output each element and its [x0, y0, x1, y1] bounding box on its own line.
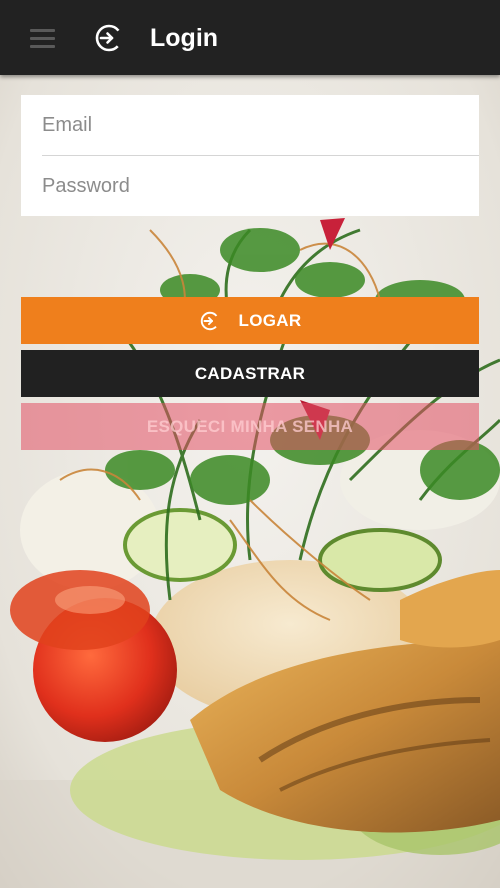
hamburger-menu-icon[interactable] — [22, 24, 62, 52]
login-form — [21, 95, 479, 216]
login-button-label: LOGAR — [238, 310, 302, 330]
login-icon — [95, 24, 123, 52]
email-field[interactable] — [42, 95, 479, 155]
register-button[interactable]: CADASTRAR — [21, 350, 479, 397]
app-bar: Login — [0, 0, 500, 75]
register-button-label: CADASTRAR — [194, 363, 306, 383]
page-title: Login — [150, 24, 219, 52]
forgot-password-button[interactable]: ESQUECI MINHA SENHA — [21, 403, 479, 450]
password-field[interactable] — [42, 156, 479, 216]
login-icon — [200, 311, 219, 330]
login-button[interactable]: LOGAR — [21, 297, 479, 344]
forgot-password-label: ESQUECI MINHA SENHA — [146, 416, 354, 436]
